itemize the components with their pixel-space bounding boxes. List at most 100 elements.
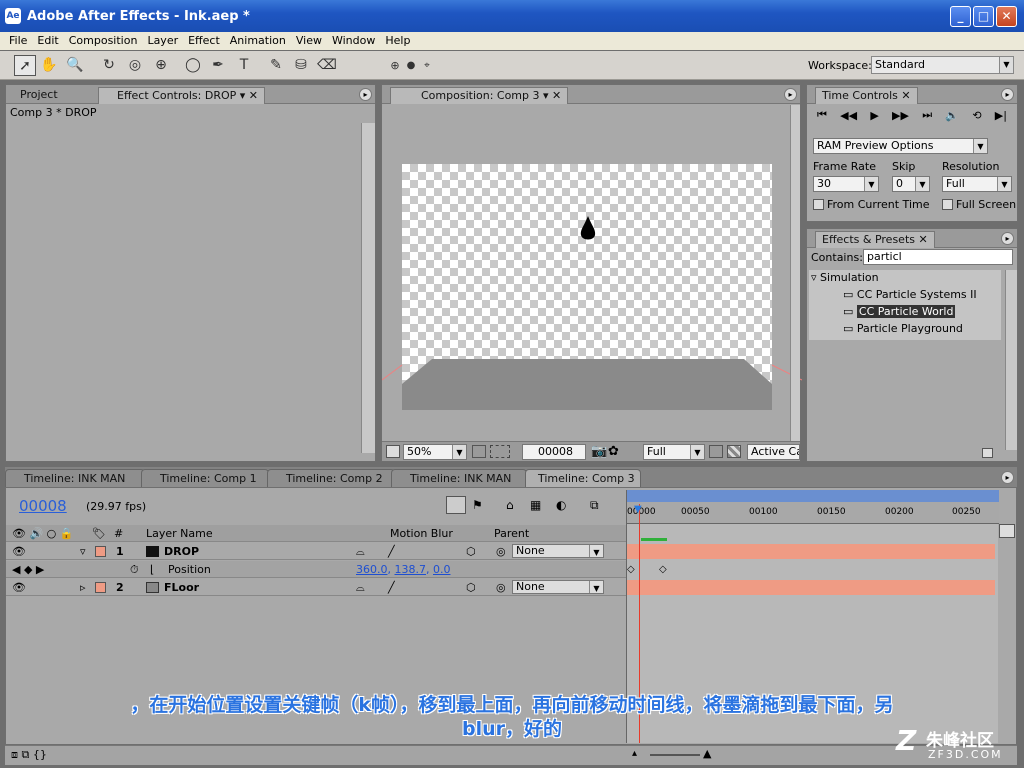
menu-layer[interactable]: Layer: [142, 32, 183, 50]
text-tool-icon[interactable]: T: [233, 55, 255, 76]
panel-menu-icon[interactable]: ▸: [784, 88, 797, 101]
keyframe-icon[interactable]: ◇: [627, 564, 635, 575]
property-row-position[interactable]: ◀ ◆ ▶ ⏱ ⌊ Position 360.0, 138.7, 0.0: [6, 561, 626, 578]
zoom-slider[interactable]: [650, 754, 700, 756]
time-ruler[interactable]: 00000 00050 00100 00150 00200 00250: [627, 502, 999, 524]
menu-file[interactable]: File: [4, 32, 32, 50]
zoom-tool-icon[interactable]: 🔍: [64, 55, 86, 76]
panel-menu-icon[interactable]: ▸: [1001, 88, 1014, 101]
loop-icon[interactable]: ⟲: [972, 109, 981, 122]
tab-effect-controls[interactable]: Effect Controls: DROP ▾ ✕: [98, 87, 265, 104]
pen-tool-icon[interactable]: ✒: [207, 55, 229, 76]
panel-menu-icon[interactable]: ▸: [1001, 232, 1014, 245]
ellipse-tool-icon[interactable]: ◯: [182, 55, 204, 76]
position-y[interactable]: 138.7: [395, 563, 427, 576]
effect-item-particle-playground[interactable]: ▭ Particle Playground: [843, 322, 963, 335]
tab-timeline-ink-man[interactable]: Timeline: INK MAN: [5, 469, 145, 487]
menu-effect[interactable]: Effect: [183, 32, 225, 50]
keyframe-navigator-icon[interactable]: ◀ ◆ ▶: [12, 563, 44, 576]
position-z[interactable]: 0.0: [433, 563, 451, 576]
stopwatch-icon[interactable]: ⏱: [130, 563, 139, 577]
timeline-scroll-icon[interactable]: [999, 524, 1015, 538]
graph-editor-icon[interactable]: ⧉: [590, 498, 599, 513]
work-area-bar[interactable]: [627, 490, 999, 502]
shy-icon[interactable]: ⌓: [356, 545, 365, 559]
layer-duration-bar[interactable]: [627, 580, 995, 595]
resolution-select[interactable]: Full ▼: [643, 444, 705, 460]
current-time-field[interactable]: 00008: [522, 444, 586, 460]
zoom-select[interactable]: 50% ▼: [403, 444, 467, 460]
menu-composition[interactable]: Composition: [64, 32, 143, 50]
new-folder-icon[interactable]: [982, 448, 993, 458]
effects-search-input[interactable]: particl: [863, 249, 1013, 265]
timeline-current-time[interactable]: 00008: [19, 497, 67, 515]
parent-select[interactable]: None ▼: [512, 544, 604, 558]
region-of-interest-icon[interactable]: [709, 445, 723, 458]
menu-help[interactable]: Help: [380, 32, 415, 50]
draft-3d-icon[interactable]: ⌂: [506, 498, 514, 512]
ink-drop-layer[interactable]: [580, 216, 596, 240]
tab-time-controls[interactable]: Time Controls ✕: [815, 87, 918, 104]
effect-item-cc-particle-systems[interactable]: ▭ CC Particle Systems II: [843, 288, 977, 301]
pickwhip-icon[interactable]: ◎: [496, 581, 506, 594]
zoom-out-icon[interactable]: ▴: [632, 748, 637, 759]
eraser-tool-icon[interactable]: ⌫: [316, 55, 338, 76]
twirl-down-icon[interactable]: ▿: [80, 545, 86, 558]
shy-icon[interactable]: ⌓: [356, 581, 365, 595]
menu-animation[interactable]: Animation: [225, 32, 291, 50]
3d-layer-icon[interactable]: ⬡: [466, 545, 476, 558]
menu-view[interactable]: View: [291, 32, 327, 50]
scrollbar[interactable]: [361, 123, 375, 453]
frame-blending-icon[interactable]: ▦: [530, 498, 541, 512]
layer-name[interactable]: FLoor: [164, 581, 199, 594]
panel-menu-icon[interactable]: ▸: [359, 88, 372, 101]
tab-timeline-comp3[interactable]: Timeline: Comp 3: [525, 469, 641, 487]
tab-timeline-comp2[interactable]: Timeline: Comp 2: [267, 469, 395, 487]
hand-tool-icon[interactable]: ✋: [38, 55, 60, 76]
position-x[interactable]: 360.0: [356, 563, 388, 576]
rgb-channels-icon[interactable]: ✿: [608, 444, 619, 459]
position-value[interactable]: 360.0, 138.7, 0.0: [356, 563, 451, 576]
pan-behind-tool-icon[interactable]: ⊕: [150, 55, 172, 76]
workspace-select[interactable]: Standard ▼: [871, 56, 1014, 74]
rotation-tool-icon[interactable]: ↻: [98, 55, 120, 76]
tab-composition[interactable]: Composition: Comp 3 ▾ ✕: [390, 87, 569, 104]
previous-frame-icon[interactable]: ◀◀: [840, 109, 857, 122]
tab-timeline-comp1[interactable]: Timeline: Comp 1: [141, 469, 269, 487]
first-frame-icon[interactable]: ⏮: [817, 108, 827, 122]
panel-menu-icon[interactable]: ▸: [1001, 471, 1014, 484]
current-time-handle-icon[interactable]: ▼: [634, 504, 642, 515]
comp-marker-icon[interactable]: [446, 496, 466, 514]
twirl-right-icon[interactable]: ▹: [80, 581, 86, 594]
grid-icon[interactable]: [472, 445, 486, 458]
effect-item-cc-particle-world[interactable]: ▭ CC Particle World: [843, 305, 956, 318]
transparency-grid-icon[interactable]: [727, 445, 741, 458]
menu-window[interactable]: Window: [327, 32, 380, 50]
layer-row[interactable]: 👁 ▿ 1 DROP ⌓ ╱ ⬡ ◎ None ▼: [6, 543, 626, 560]
quality-icon[interactable]: ╱: [388, 545, 395, 558]
preview-options-select[interactable]: RAM Preview Options ▼: [813, 138, 988, 154]
clone-stamp-tool-icon[interactable]: ⛁: [290, 55, 312, 76]
next-frame-icon[interactable]: ▶▶: [892, 109, 909, 122]
label-color-swatch[interactable]: [95, 546, 106, 557]
tab-timeline-ink-man-2[interactable]: Timeline: INK MAN: [391, 469, 527, 487]
eye-icon[interactable]: 👁: [12, 581, 26, 594]
skip-select[interactable]: 0 ▼: [892, 176, 930, 192]
camera-select[interactable]: Active Ca: [747, 444, 800, 460]
play-icon[interactable]: ▶: [870, 109, 878, 122]
quality-icon[interactable]: ╱: [388, 581, 395, 594]
layer-row[interactable]: 👁 ▹ 2 FLoor ⌓ ╱ ⬡ ◎ None ▼: [6, 579, 626, 596]
scrollbar[interactable]: [790, 105, 800, 441]
3d-layer-icon[interactable]: ⬡: [466, 581, 476, 594]
layer-name[interactable]: DROP: [164, 545, 199, 558]
close-button[interactable]: ✕: [996, 6, 1017, 27]
parent-select[interactable]: None ▼: [512, 580, 604, 594]
selection-tool-icon[interactable]: ➚: [14, 55, 36, 76]
last-frame-icon[interactable]: ⏭: [922, 108, 932, 122]
motion-blur-enable-icon[interactable]: ◐: [556, 498, 566, 512]
tab-project[interactable]: Project: [14, 87, 64, 104]
column-layer-name[interactable]: Layer Name: [146, 527, 213, 540]
tab-effects-presets[interactable]: Effects & Presets ✕: [815, 231, 935, 248]
brush-tool-icon[interactable]: ✎: [265, 55, 287, 76]
tree-group-simulation[interactable]: ▿ Simulation: [811, 271, 879, 284]
